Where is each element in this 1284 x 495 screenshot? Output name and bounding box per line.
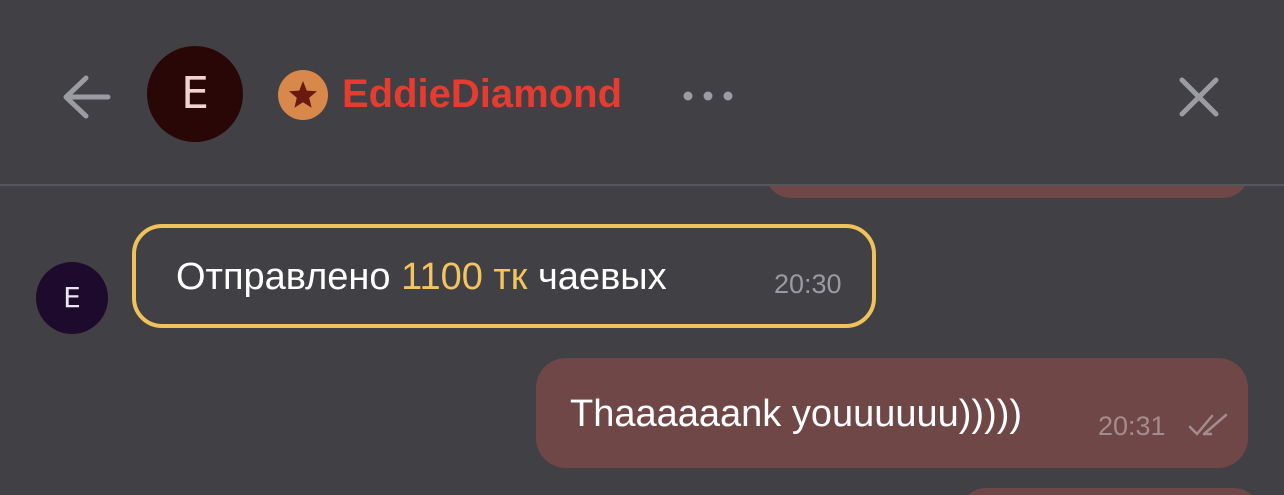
message-timestamp: 20:30 (774, 269, 842, 299)
chat-header: E EddieDiamond (0, 0, 1284, 185)
outgoing-message-text: Thaaaaaank youuuuuu))))) (570, 393, 1023, 435)
tip-text-after: чаевых (538, 256, 667, 298)
double-check-icon (1188, 413, 1228, 436)
next-message-bubble (960, 488, 1260, 495)
close-icon (1179, 77, 1219, 117)
chat-screen: E EddieDiamond E Отправлено 1100 тк чаев… (0, 0, 1284, 495)
header-divider (0, 184, 1284, 186)
sender-avatar[interactable]: E (36, 262, 108, 334)
arrow-left-icon (63, 75, 111, 119)
tip-text-before: Отправлено (176, 256, 391, 298)
outgoing-message-bubble: Thaaaaaank youuuuuu))))) 20:31 (536, 358, 1248, 468)
more-options-button[interactable] (680, 82, 736, 110)
contact-avatar[interactable]: E (147, 46, 243, 142)
close-button[interactable] (1172, 70, 1226, 124)
more-dots-icon (683, 91, 733, 101)
tip-amount: 1100 тк (401, 256, 528, 298)
back-button[interactable] (58, 70, 116, 124)
star-icon (278, 70, 328, 120)
tip-message-bubble: Отправлено 1100 тк чаевых 20:30 (132, 224, 876, 328)
contact-username[interactable]: EddieDiamond (342, 68, 622, 120)
tip-message-text: Отправлено 1100 тк чаевых (176, 255, 667, 299)
message-timestamp: 20:31 (1098, 411, 1166, 441)
